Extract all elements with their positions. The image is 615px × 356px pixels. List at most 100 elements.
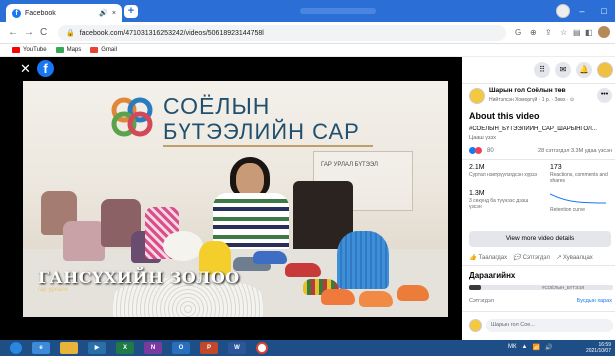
start-button-icon[interactable] (10, 342, 22, 354)
youtube-icon (12, 47, 20, 53)
slipper-orange-1 (321, 289, 355, 305)
bookmarks-bar: YouTube Maps Gmail (0, 44, 615, 57)
up-next-title[interactable]: #СОЁЛЫН_БҮТЭЭЛ (542, 285, 584, 290)
comment-icon: 💬 (513, 255, 521, 261)
windows-taskbar: e ▶ X N O P W МК ▲ 📶 🔊 16:59 2021/10/07 (0, 340, 615, 356)
volume-icon[interactable]: 🔊 (545, 344, 552, 351)
slipper-red (285, 263, 321, 277)
panel-top-icons: ⠿ ✉ 🔔 (534, 62, 615, 78)
lower-third-caption: ГАНСҮХИЙН ЗОЛОО (38, 268, 240, 287)
outlook-icon[interactable]: O (172, 342, 190, 354)
stat-reach: 2.1M Суртал нэвтрүүлэгдсэн хүрээ (469, 164, 538, 178)
background-tab[interactable] (300, 8, 376, 14)
gmail-icon (90, 47, 99, 53)
share-icon[interactable]: ⇪ (545, 28, 552, 37)
lock-icon: 🔒 (66, 30, 75, 37)
video-player[interactable]: СОЁЛЫН БҮТЭЭЛИЙН САР ГАР УРЛАЛ БҮТЭЭЛ ГА… (23, 81, 448, 317)
browser-tab-facebook[interactable]: f Facebook 🔊 × (6, 4, 122, 22)
sidepanel-icon[interactable]: ◧ (585, 28, 593, 37)
media-player-icon[interactable]: ▶ (88, 342, 106, 354)
brand-logo-icon (111, 97, 153, 137)
comments-label: Сэтгэгдэл (469, 298, 494, 304)
bookmark-maps[interactable]: Maps (55, 47, 81, 53)
post-meta: Нийтэлсэн Хоморгүй · 1 р. · Зөвх · ⊙ (489, 97, 575, 103)
translate-icon[interactable]: G (515, 28, 521, 37)
tab-close-icon[interactable]: × (112, 10, 116, 17)
menu-grid-icon[interactable]: ⠿ (534, 62, 550, 78)
more-options-icon[interactable]: ••• (597, 88, 612, 103)
account-avatar-fb[interactable] (597, 62, 613, 78)
stat-retention-label: Retention curve (550, 207, 586, 213)
file-explorer-icon[interactable] (60, 342, 78, 354)
excel-icon[interactable]: X (116, 342, 134, 354)
person-head (236, 163, 264, 197)
tray-arrow-icon[interactable]: ▲ (522, 344, 528, 351)
up-next-progress[interactable] (469, 285, 613, 290)
facebook-favicon-icon: f (12, 8, 21, 18)
zoom-icon[interactable]: ⊕ (530, 28, 537, 37)
slipper-orange-3 (397, 285, 429, 301)
brand-underline (163, 145, 373, 147)
tab-audio-icon[interactable]: 🔊 (99, 9, 108, 17)
video-details-panel: ⠿ ✉ 🔔 Шарын гол Соёлын төв Нийтэлсэн Хом… (462, 57, 615, 340)
clock[interactable]: 16:59 2021/10/07 (586, 342, 611, 354)
view-more-details-button[interactable]: View more video details (469, 231, 611, 247)
forward-arrow-icon[interactable]: → (24, 27, 34, 38)
love-reaction-icon (475, 147, 482, 154)
language-indicator[interactable]: МК (508, 344, 517, 351)
minimize-icon[interactable]: – (571, 6, 593, 16)
extension-icon[interactable]: ▤ (573, 28, 581, 37)
word-icon[interactable]: W (228, 342, 246, 354)
share-button[interactable]: ↗ Хуваалцах (555, 254, 593, 262)
network-icon[interactable]: 📶 (532, 344, 539, 351)
video-viewer: ✕ f СОЁЛЫН БҮТЭЭЛИЙН САР ГАР УРЛАЛ БҮТЭЭ… (0, 57, 462, 340)
divider (462, 159, 615, 160)
system-tray: МК ▲ 📶 🔊 (508, 344, 552, 351)
share-icon: ↗ (555, 255, 561, 261)
reactions-summary[interactable]: 80 (469, 147, 494, 154)
comments-sort-link[interactable]: Бусдын харах (577, 298, 612, 304)
page-name[interactable]: Шарын гол Соёлын төв (489, 87, 566, 94)
lower-third-subcaption: гар урлалч (38, 287, 68, 293)
back-arrow-icon[interactable]: ← (8, 27, 18, 38)
like-button[interactable]: 👍 Таалагдах (469, 254, 507, 262)
notifications-icon[interactable]: 🔔 (576, 62, 592, 78)
ie-icon[interactable]: e (32, 342, 50, 354)
address-bar[interactable]: 🔒 facebook.com/471031316253242/videos/50… (58, 25, 506, 41)
page-avatar[interactable] (469, 88, 485, 104)
close-viewer-icon[interactable]: ✕ (20, 61, 31, 77)
comment-button[interactable]: 💬 Сэтгэгдэл (513, 254, 550, 262)
video-title: #СОЁЛЫН_БҮТЭЭЛИЙН_САР_ШАРЫНГОЛ... (469, 126, 597, 132)
commenter-avatar (469, 319, 482, 332)
reactions-count: 80 (487, 147, 494, 154)
like-icon: 👍 (469, 255, 477, 261)
onenote-icon[interactable]: N (144, 342, 162, 354)
messenger-icon[interactable]: ✉ (555, 62, 571, 78)
maximize-icon[interactable]: □ (593, 6, 615, 16)
up-next-progress-fill (469, 285, 481, 290)
divider (462, 265, 615, 266)
slipper-orange-2 (359, 291, 393, 307)
new-tab-button[interactable]: + (124, 5, 138, 18)
profile-icon[interactable] (556, 4, 570, 18)
backdrop-text: ГАР УРЛАЛ БҮТЭЭЛ (321, 162, 378, 168)
up-next-heading: Дараагийнх (469, 271, 516, 280)
blue-knit-hat (337, 231, 389, 289)
divider (462, 83, 615, 84)
account-avatar[interactable] (598, 26, 610, 38)
reload-icon[interactable]: C (40, 27, 47, 38)
post-actions: 👍 Таалагдах 💬 Сэтгэгдэл ↗ Хуваалцах (469, 254, 593, 262)
url-text: facebook.com/471031316253242/videos/5061… (79, 29, 264, 37)
bookmark-gmail[interactable]: Gmail (90, 47, 117, 53)
powerpoint-icon[interactable]: P (200, 342, 218, 354)
facebook-logo-icon[interactable]: f (37, 60, 54, 77)
chrome-icon[interactable] (256, 342, 268, 354)
browser-toolbar: ← → C 🔒 facebook.com/471031316253242/vid… (0, 22, 615, 44)
comment-input[interactable]: Шарын гол Сое... (486, 319, 613, 332)
bookmark-youtube[interactable]: YouTube (12, 47, 47, 53)
divider (462, 311, 615, 312)
brand-title-line2: БҮТЭЭЛИЙН САР (163, 119, 360, 144)
comments-views-count[interactable]: 28 сэтгэгдэл 3.3M удаа үзсэн (538, 148, 612, 154)
see-more-link[interactable]: Цааш үзэх (469, 135, 496, 141)
bookmark-star-icon[interactable]: ☆ (560, 28, 567, 37)
